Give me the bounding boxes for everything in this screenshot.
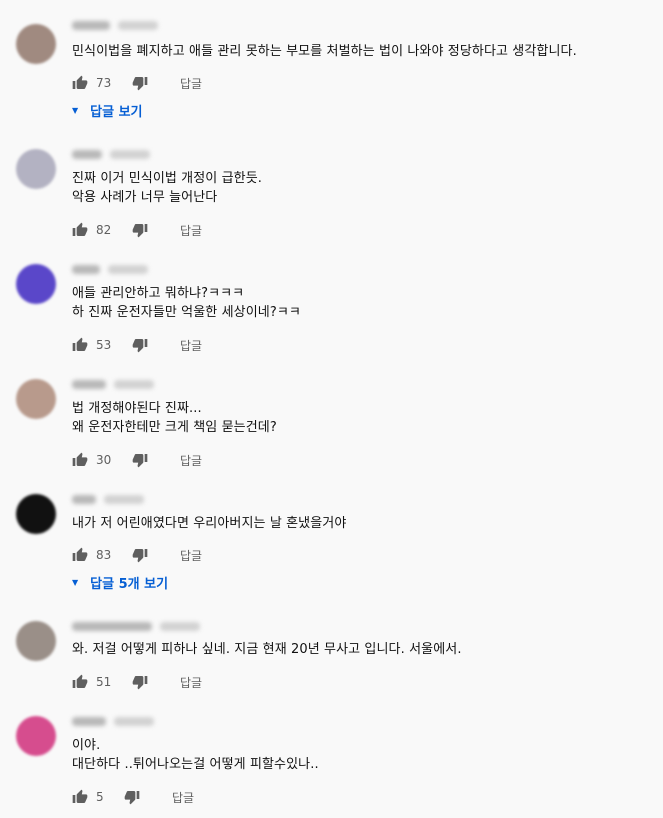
avatar[interactable] <box>16 621 56 661</box>
reply-button[interactable]: 답글 <box>180 75 202 92</box>
like-count: 5 <box>96 790 104 804</box>
thumbs-down-icon[interactable] <box>132 452 148 468</box>
thumbs-up-icon[interactable] <box>72 222 88 238</box>
comment-author[interactable] <box>72 262 148 276</box>
comment-author[interactable] <box>72 492 144 506</box>
caret-down-icon: ▼ <box>72 105 79 115</box>
thumbs-up-icon[interactable] <box>72 789 88 805</box>
like-count: 83 <box>96 548 112 562</box>
comment-author[interactable] <box>72 18 158 32</box>
comment-author[interactable] <box>72 619 200 633</box>
thumbs-down-icon[interactable] <box>124 789 140 805</box>
reply-button[interactable]: 답글 <box>180 222 202 239</box>
avatar[interactable] <box>16 716 56 756</box>
like-count: 53 <box>96 338 112 352</box>
comment-text: 이야. 대단하다 ..튀어나오는걸 어떻게 피할수있나.. <box>72 738 319 772</box>
reply-button[interactable]: 답글 <box>172 789 194 806</box>
like-count: 51 <box>96 675 112 689</box>
thumbs-down-icon[interactable] <box>132 337 148 353</box>
comment-text: 애들 관리안하고 뭐하냐?ㅋㅋㅋ 하 진짜 운전자들만 억울한 세상이네?ㅋㅋ <box>72 286 301 320</box>
avatar[interactable] <box>16 24 56 64</box>
comment-author[interactable] <box>72 377 154 391</box>
view-replies-label: 답글 보기 <box>90 104 143 120</box>
avatar[interactable] <box>16 379 56 419</box>
thumbs-up-icon[interactable] <box>72 75 88 91</box>
reply-button[interactable]: 답글 <box>180 674 202 691</box>
like-count: 82 <box>96 223 112 237</box>
like-count: 30 <box>96 453 112 467</box>
thumbs-down-icon[interactable] <box>132 75 148 91</box>
comment-text: 민식이법을 폐지하고 애들 관리 못하는 부모를 처벌하는 법이 나와야 정당하… <box>72 44 577 59</box>
thumbs-up-icon[interactable] <box>72 452 88 468</box>
reply-button[interactable]: 답글 <box>180 337 202 354</box>
comment-text: 와. 저걸 어떻게 피하나 싶네. 지금 현재 20년 무사고 입니다. 서울에… <box>72 642 462 657</box>
thumbs-up-icon[interactable] <box>72 674 88 690</box>
thumbs-down-icon[interactable] <box>132 222 148 238</box>
reply-button[interactable]: 답글 <box>180 452 202 469</box>
view-replies-label: 답글 5개 보기 <box>90 576 169 592</box>
avatar[interactable] <box>16 149 56 189</box>
like-count: 73 <box>96 76 112 90</box>
comment-text: 진짜 이거 민식이법 개정이 급한듯. 악용 사례가 너무 늘어난다 <box>72 171 263 205</box>
view-replies-button[interactable]: ▼ 답글 보기 <box>72 101 143 120</box>
thumbs-down-icon[interactable] <box>132 674 148 690</box>
thumbs-up-icon[interactable] <box>72 547 88 563</box>
caret-down-icon: ▼ <box>72 577 79 587</box>
comment-text: 내가 저 어린애였다면 우리아버지는 날 혼냈을거야 <box>72 516 347 531</box>
avatar[interactable] <box>16 264 56 304</box>
thumbs-down-icon[interactable] <box>132 547 148 563</box>
view-replies-button[interactable]: ▼ 답글 5개 보기 <box>72 573 169 592</box>
thumbs-up-icon[interactable] <box>72 337 88 353</box>
comment-text: 법 개정해야된다 진짜... 왜 운전자한테만 크게 책임 묻는건데? <box>72 401 277 435</box>
comment-author[interactable] <box>72 714 154 728</box>
comment-author[interactable] <box>72 147 150 161</box>
avatar[interactable] <box>16 494 56 534</box>
reply-button[interactable]: 답글 <box>180 547 202 564</box>
